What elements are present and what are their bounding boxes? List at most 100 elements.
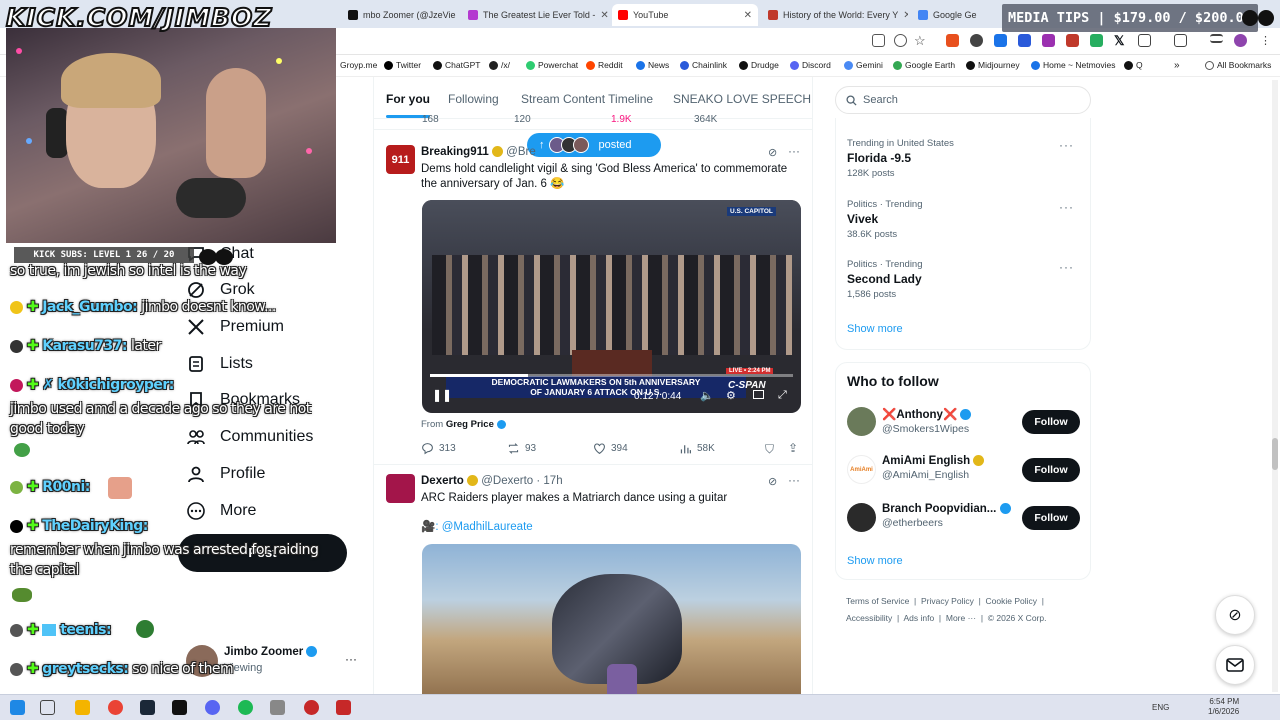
trend-item[interactable]: Politics · Trending Second Lady 1,586 po… bbox=[847, 259, 923, 300]
tweet-handle[interactable]: @Bre bbox=[506, 146, 536, 158]
trends-show-more[interactable]: Show more bbox=[847, 323, 903, 335]
tweet-author[interactable]: Breaking911 bbox=[421, 146, 489, 158]
more-options-icon[interactable]: ··· bbox=[788, 144, 800, 158]
follow-button[interactable]: Follow bbox=[1022, 506, 1080, 530]
trend-more-icon[interactable]: ··· bbox=[1059, 260, 1074, 274]
video-progress-track[interactable] bbox=[430, 374, 793, 377]
trend-more-icon[interactable]: ··· bbox=[1059, 138, 1074, 152]
bookmark[interactable]: Twitter bbox=[384, 60, 421, 70]
messages-icon[interactable] bbox=[1215, 645, 1255, 685]
follow-button[interactable]: Follow bbox=[1022, 410, 1080, 434]
like-button[interactable]: 394 bbox=[593, 442, 628, 455]
bookmark[interactable]: Reddit bbox=[586, 60, 623, 70]
trend-item[interactable]: Trending in United States Florida -9.5 1… bbox=[847, 138, 954, 179]
tweet-video[interactable] bbox=[422, 544, 801, 697]
scrollbar-thumb[interactable] bbox=[1272, 438, 1278, 470]
avatar[interactable] bbox=[847, 503, 876, 532]
grok-icon[interactable]: ⊘ bbox=[768, 475, 777, 488]
nav-item-profile[interactable]: Profile bbox=[186, 464, 265, 484]
footer-link[interactable]: Privacy Policy bbox=[921, 596, 974, 606]
language-indicator[interactable]: ENG bbox=[1152, 703, 1169, 712]
tab-sneako[interactable]: SNEAKO LOVE SPEECH bbox=[673, 92, 811, 106]
task-view-icon[interactable] bbox=[40, 700, 55, 715]
tweet-handle[interactable]: @Dexerto bbox=[481, 475, 533, 487]
avatar[interactable] bbox=[847, 407, 876, 436]
repost-button[interactable]: 93 bbox=[507, 442, 536, 455]
bookmark[interactable]: Discord bbox=[790, 60, 831, 70]
bookmark[interactable]: Google Earth bbox=[893, 60, 955, 70]
search-input[interactable]: Search bbox=[835, 86, 1091, 114]
extension-icon[interactable] bbox=[1066, 34, 1079, 47]
extension-icon[interactable] bbox=[1018, 34, 1031, 47]
close-tab-icon[interactable]: ✕ bbox=[600, 10, 608, 21]
from-name[interactable]: Greg Price bbox=[446, 419, 494, 430]
account-name[interactable]: Jimbo Zoomer bbox=[224, 646, 318, 658]
tab-stream-content[interactable]: Stream Content Timeline bbox=[521, 92, 653, 106]
tweet-author[interactable]: Dexerto bbox=[421, 475, 464, 487]
trend-item[interactable]: Politics · Trending Vivek 38.6K posts bbox=[847, 199, 923, 240]
nav-item-premium[interactable]: Premium bbox=[186, 317, 284, 337]
view-count[interactable]: 364K bbox=[694, 114, 717, 125]
tweet-video[interactable]: U.S. CAPITOL LIVE • 2:24 PM DEMOCRATIC L… bbox=[422, 200, 801, 413]
bookmark[interactable]: Powerchat bbox=[526, 60, 578, 70]
footer-link[interactable]: Ads info bbox=[903, 613, 934, 623]
grok-icon[interactable]: ⊘ bbox=[1215, 595, 1255, 635]
bookmark[interactable]: Home ~ Netmovies bbox=[1031, 60, 1116, 70]
fullscreen-icon[interactable]: ⤢ bbox=[778, 389, 787, 402]
follow-suggestion[interactable]: Branch Poopvidian... @etherbeers bbox=[882, 503, 1011, 529]
downloads-icon[interactable] bbox=[1210, 34, 1223, 43]
avatar[interactable]: 911 bbox=[386, 145, 415, 174]
bookmark[interactable]: Drudge bbox=[739, 60, 779, 70]
bookmark-icon[interactable]: ⛉ bbox=[765, 442, 774, 457]
follow-suggestion[interactable]: ❌Anthony❌ @Smokers1Wipes bbox=[882, 407, 972, 435]
extension-icon[interactable] bbox=[1042, 34, 1055, 47]
account-menu-icon[interactable]: ··· bbox=[345, 652, 357, 666]
follow-show-more[interactable]: Show more bbox=[847, 555, 903, 567]
bookmark[interactable]: Chainlink bbox=[680, 60, 727, 70]
follow-button[interactable]: Follow bbox=[1022, 458, 1080, 482]
footer-link[interactable]: More ··· bbox=[946, 613, 976, 623]
more-options-icon[interactable]: ··· bbox=[788, 473, 800, 487]
zoom-icon[interactable] bbox=[894, 34, 907, 47]
repost-count[interactable]: 120 bbox=[514, 114, 531, 125]
steam-icon[interactable] bbox=[140, 700, 155, 715]
footer-link[interactable]: Terms of Service bbox=[846, 596, 909, 606]
nav-item-more[interactable]: More bbox=[186, 501, 256, 521]
chrome-icon[interactable] bbox=[108, 700, 123, 715]
extensions-puzzle-icon[interactable] bbox=[1138, 34, 1151, 47]
clock[interactable]: 6:54 PM 1/6/2026 bbox=[1208, 697, 1239, 717]
chevron-right-icon[interactable]: » bbox=[1174, 60, 1180, 71]
app-icon[interactable] bbox=[172, 700, 187, 715]
views-button[interactable]: 58K bbox=[679, 442, 715, 455]
extension-icon[interactable] bbox=[970, 34, 983, 47]
extension-icon[interactable] bbox=[946, 34, 959, 47]
footer-link[interactable]: Cookie Policy bbox=[986, 596, 1038, 606]
browser-tab[interactable]: History of the World: Every Y ✕ bbox=[762, 4, 908, 26]
avatar[interactable]: AmiAmi bbox=[847, 455, 876, 484]
share-icon[interactable]: ⇪ bbox=[788, 441, 798, 455]
discord-icon[interactable] bbox=[205, 700, 220, 715]
app-icon[interactable] bbox=[270, 700, 285, 715]
bookmark[interactable]: Midjourney bbox=[966, 60, 1020, 70]
extension-icon[interactable] bbox=[994, 34, 1007, 47]
nav-item-grok[interactable]: Grok bbox=[186, 280, 255, 300]
bookmark[interactable]: ChatGPT bbox=[433, 60, 480, 70]
browser-tab[interactable]: mbo Zoomer (@JzeVie ✕ bbox=[342, 4, 460, 26]
pip-icon[interactable] bbox=[753, 390, 764, 399]
scrollbar[interactable] bbox=[1272, 80, 1278, 692]
volume-icon[interactable]: 🔈 bbox=[700, 389, 714, 402]
new-posts-pill[interactable]: ↑ posted bbox=[527, 133, 661, 157]
bookmark[interactable]: Gemini bbox=[844, 60, 883, 70]
browser-tab-active[interactable]: YouTube ✕ bbox=[612, 4, 758, 26]
bookmark[interactable]: News bbox=[636, 60, 669, 70]
tab-following[interactable]: Following bbox=[448, 92, 499, 106]
obs-icon[interactable] bbox=[304, 700, 319, 715]
extension-icon[interactable] bbox=[1090, 34, 1103, 47]
trend-more-icon[interactable]: ··· bbox=[1059, 200, 1074, 214]
follow-suggestion[interactable]: AmiAmi English @AmiAmi_English bbox=[882, 455, 985, 481]
settings-icon[interactable]: ⚙ bbox=[726, 389, 736, 402]
nav-item-communities[interactable]: Communities bbox=[186, 427, 313, 447]
like-count[interactable]: 1.9K bbox=[611, 114, 632, 125]
windows-start-icon[interactable] bbox=[10, 700, 25, 715]
install-app-icon[interactable] bbox=[872, 34, 885, 47]
